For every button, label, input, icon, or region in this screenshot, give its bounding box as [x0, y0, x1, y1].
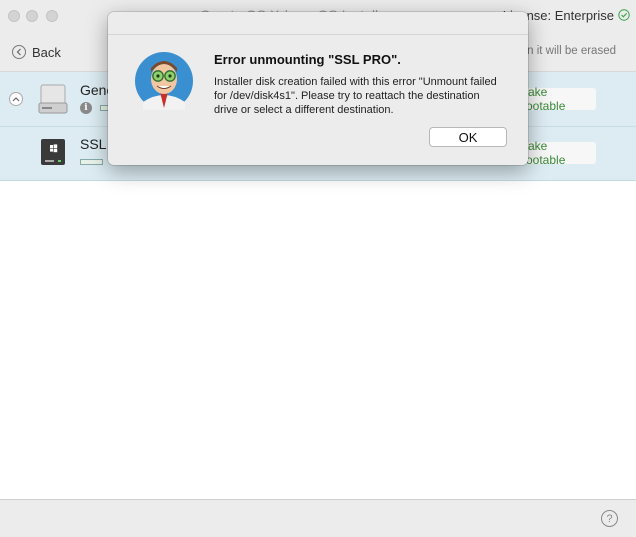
info-icon[interactable]: i	[80, 102, 92, 114]
dialog-title-bar	[108, 12, 528, 35]
mascot-avatar-icon	[135, 52, 193, 110]
footer-bar: ?	[0, 499, 636, 537]
dialog-message: Installer disk creation failed with this…	[214, 76, 497, 116]
chevron-up-icon	[12, 97, 20, 102]
hard-drive-icon	[38, 84, 68, 114]
check-circle-icon	[618, 9, 630, 21]
back-button-label: Back	[32, 44, 61, 60]
collapse-button[interactable]	[9, 92, 23, 106]
zoom-window-button[interactable]	[46, 10, 58, 22]
back-button[interactable]: Back	[12, 43, 61, 61]
windows-drive-icon	[41, 139, 65, 165]
ok-button[interactable]: OK	[429, 127, 507, 147]
capacity-bar	[80, 159, 103, 165]
dialog-heading: Error unmounting "SSL PRO".	[214, 52, 401, 67]
help-button[interactable]: ?	[601, 510, 618, 527]
close-window-button[interactable]	[8, 10, 20, 22]
content-area	[0, 181, 636, 499]
minimize-window-button[interactable]	[26, 10, 38, 22]
error-dialog: Error unmounting "SSL PRO". Installer di…	[108, 12, 528, 165]
chevron-left-icon	[12, 45, 26, 59]
